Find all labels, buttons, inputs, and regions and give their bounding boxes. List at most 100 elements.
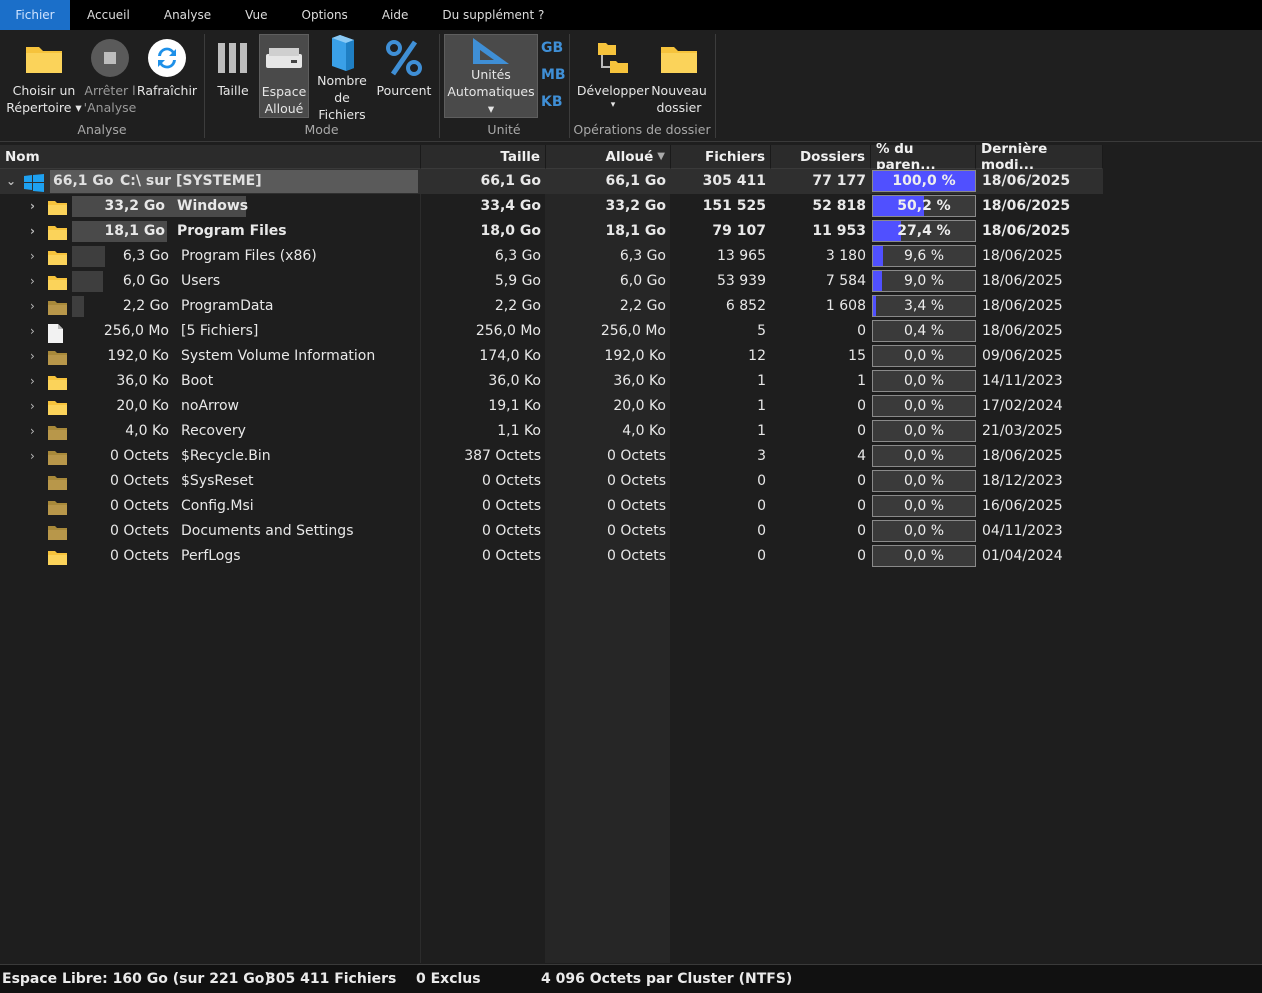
hard-drive-icon [265,35,303,83]
table-row[interactable]: › 4,0 Ko Recovery 1,1 Ko 4,0 Ko 1 0 0,0 % 21/03/… [0,419,1103,444]
size-cell: 2,2 Go [494,298,541,314]
status-file-count: 305 411 Fichiers [266,971,397,987]
unit-mb-button[interactable]: MB [541,67,566,83]
ribbon: Choisir un Répertoire ▾ Arrêter l 'Analy… [0,30,1262,142]
size-mode-button[interactable]: Taille [210,34,256,118]
allocated-label: 18,1 Go [104,223,165,239]
table-row[interactable]: › 33,2 Go Windows 33,4 Go 33,2 Go 151 525 52 8… [0,194,1103,219]
files-stack-icon [326,34,358,72]
expand-chevron-icon[interactable]: › [30,319,46,344]
column-header-size[interactable]: Taille [421,145,546,169]
table-row[interactable]: 0 Octets Documents and Settings 0 Octets 0 … [0,519,1103,544]
folder-icon [48,499,67,515]
table-row[interactable]: › 2,2 Go ProgramData 2,2 Go 2,2 Go 6 852 1 608… [0,294,1103,319]
stop-icon [90,34,130,82]
expand-chevron-icon[interactable]: › [30,369,46,394]
menu-accueil[interactable]: Accueil [70,0,147,30]
files-cell: 0 [757,498,766,514]
expand-chevron-icon[interactable]: › [30,344,46,369]
modified-date: 17/02/2024 [982,398,1063,414]
table-row[interactable]: › 0 Octets $Recycle.Bin 387 Octets 0 Octets 3… [0,444,1103,469]
expand-chevron-icon[interactable]: › [30,219,46,244]
column-header-allocated[interactable]: Alloué ▼ [546,145,671,169]
table-row[interactable]: › 6,3 Go Program Files (x86) 6,3 Go 6,3 Go 13… [0,244,1103,269]
column-header-modified[interactable]: Dernière modi... [976,141,1103,173]
table-row[interactable]: 0 Octets Config.Msi 0 Octets 0 Octets 0 0 0,0 … [0,494,1103,519]
expand-chevron-icon[interactable]: › [30,294,46,319]
expand-button[interactable]: Développer ▾ [576,34,650,118]
status-excluded: 0 Exclus [416,971,481,987]
folder-tree-icon [596,34,630,82]
menu-supplement[interactable]: Du supplément ? [425,0,561,30]
table-row[interactable]: › 20,0 Ko noArrow 19,1 Ko 20,0 Ko 1 0 0,0 % 17/0… [0,394,1103,419]
status-free-space: Espace Libre: 160 Go (sur 221 Go) [2,971,271,987]
windows-drive-icon [24,174,44,192]
column-header-percent[interactable]: % du paren... [871,141,976,173]
table-row[interactable]: 0 Octets PerfLogs 0 Octets 0 Octets 0 0 0,0 % 0… [0,544,1103,569]
folders-cell: 11 953 [812,223,866,239]
percent-bar: 0,0 % [872,520,976,542]
table-row[interactable]: › 192,0 Ko System Volume Information 174,0 … [0,344,1103,369]
percent-bar: 9,0 % [872,270,976,292]
percent-mode-button[interactable]: Pourcent [375,34,433,118]
table-row[interactable]: › 256,0 Mo [5 Fichiers] 256,0 Mo 256,0 Mo 5 0 0… [0,319,1103,344]
folders-cell: 0 [857,323,866,339]
file-count-mode-button[interactable]: Nombre de Fichiers [311,34,373,122]
unit-kb-button[interactable]: KB [541,94,563,110]
expand-chevron-icon[interactable]: › [30,244,46,269]
choose-directory-button[interactable]: Choisir un Répertoire ▾ [6,34,82,118]
table-row[interactable]: 0 Octets $SysReset 0 Octets 0 Octets 0 0 0,0 %… [0,469,1103,494]
refresh-icon [147,34,187,82]
menu-aide[interactable]: Aide [365,0,426,30]
refresh-button[interactable]: Rafraîchir [137,34,197,118]
menu-fichier[interactable]: Fichier [0,0,70,30]
allocated-label: 0 Octets [110,548,169,564]
table-row[interactable]: ⌄ 66,1 Go C:\ sur [SYSTEME] 66,1 Go 66,1 Go 3… [0,169,1103,194]
expand-chevron-icon[interactable]: › [30,269,46,294]
menu-options[interactable]: Options [285,0,365,30]
allocated-label: 256,0 Mo [103,323,169,339]
allocated-label: 4,0 Ko [125,423,169,439]
expand-chevron-icon[interactable]: ⌄ [6,169,22,194]
column-header-name[interactable]: Nom [0,145,421,169]
column-header-folders[interactable]: Dossiers [771,145,871,169]
expand-chevron-icon[interactable]: › [30,444,46,469]
modified-date: 18/12/2023 [982,473,1063,489]
expand-chevron-icon[interactable]: › [30,419,46,444]
allocated-mode-button[interactable]: Espace Alloué [259,34,309,118]
folder-icon [48,549,67,565]
allocated-cell: 0 Octets [607,548,666,564]
unit-gb-button[interactable]: GB [541,40,563,56]
new-folder-icon [659,34,699,82]
percent-text: 0,0 % [903,448,945,464]
expand-chevron-icon[interactable]: › [30,194,46,219]
tree-table: Nom Taille Alloué ▼ Fichiers Dossiers % … [0,141,1262,963]
percent-bar: 27,4 % [872,220,976,242]
table-row[interactable]: › 18,1 Go Program Files 18,0 Go 18,1 Go 79 10… [0,219,1103,244]
new-folder-button[interactable]: Nouveau dossier [650,34,708,118]
stop-analysis-button[interactable]: Arrêter l 'Analyse [84,34,136,118]
size-cell: 6,3 Go [494,248,541,264]
files-cell: 1 [757,423,766,439]
allocated-label: 2,2 Go [122,298,169,314]
allocated-cell: 2,2 Go [619,298,666,314]
allocated-label: 66,1 Go [53,173,114,189]
allocated-label: 0 Octets [110,523,169,539]
table-row[interactable]: › 6,0 Go Users 5,9 Go 6,0 Go 53 939 7 584 9,0 %… [0,269,1103,294]
expand-chevron-icon[interactable]: › [30,394,46,419]
menu-analyse[interactable]: Analyse [147,0,228,30]
item-name: C:\ sur [SYSTEME] [120,173,262,189]
percent-bar: 100,0 % [872,170,976,192]
item-name: ProgramData [181,298,274,314]
size-cell: 36,0 Ko [488,373,541,389]
modified-date: 18/06/2025 [982,198,1071,214]
auto-units-button[interactable]: Unités Automatiques ▾ [444,34,538,118]
menu-vue[interactable]: Vue [228,0,284,30]
table-row[interactable]: › 36,0 Ko Boot 36,0 Ko 36,0 Ko 1 1 0,0 % 14/11/2… [0,369,1103,394]
percent-bar: 0,0 % [872,445,976,467]
item-name: Program Files (x86) [181,248,317,264]
folders-cell: 4 [857,448,866,464]
column-header-files[interactable]: Fichiers [671,145,771,169]
modified-date: 01/04/2024 [982,548,1063,564]
